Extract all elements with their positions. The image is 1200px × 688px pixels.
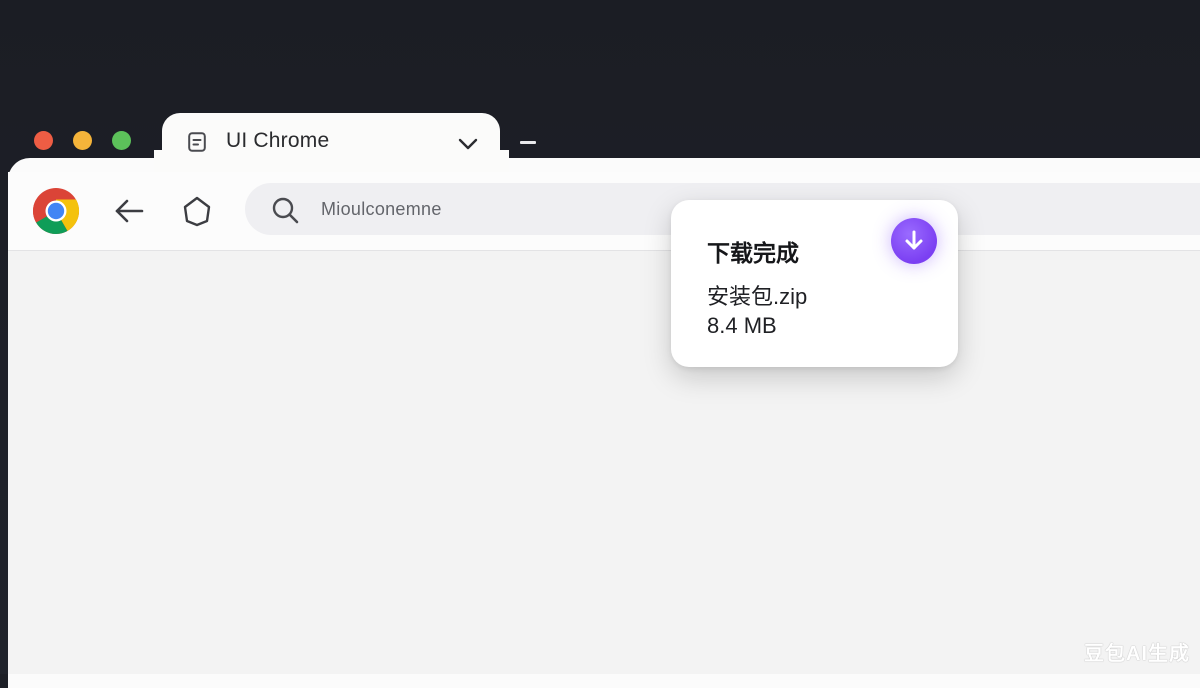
address-text[interactable]: Mioulconemne xyxy=(321,199,442,220)
back-arrow-icon[interactable] xyxy=(112,194,146,228)
download-title: 下载完成 xyxy=(707,240,799,266)
close-window-button[interactable] xyxy=(34,131,53,150)
reload-icon[interactable] xyxy=(180,194,214,228)
page-content xyxy=(8,251,1200,674)
search-icon xyxy=(272,197,299,224)
active-tab[interactable]: UI Chrome xyxy=(162,113,500,173)
download-arrow-icon xyxy=(905,230,923,250)
page-icon xyxy=(188,132,206,152)
chrome-logo-icon xyxy=(33,188,80,234)
maximize-window-button[interactable] xyxy=(112,131,131,150)
new-tab-dash-icon[interactable] xyxy=(520,141,536,144)
chevron-down-icon[interactable] xyxy=(458,134,478,154)
watermark: 豆包AI生成 xyxy=(1084,643,1190,665)
download-complete-popup[interactable]: 下载完成 安装包.zip 8.4 MB xyxy=(671,200,958,367)
download-file-name[interactable]: 安装包.zip xyxy=(707,279,807,311)
download-button[interactable] xyxy=(891,218,937,264)
download-file-size: 8.4 MB xyxy=(707,313,777,338)
tab-title: UI Chrome xyxy=(226,129,330,152)
browser-toolbar: Mioulconemne xyxy=(8,172,1200,251)
minimize-window-button[interactable] xyxy=(73,131,92,150)
